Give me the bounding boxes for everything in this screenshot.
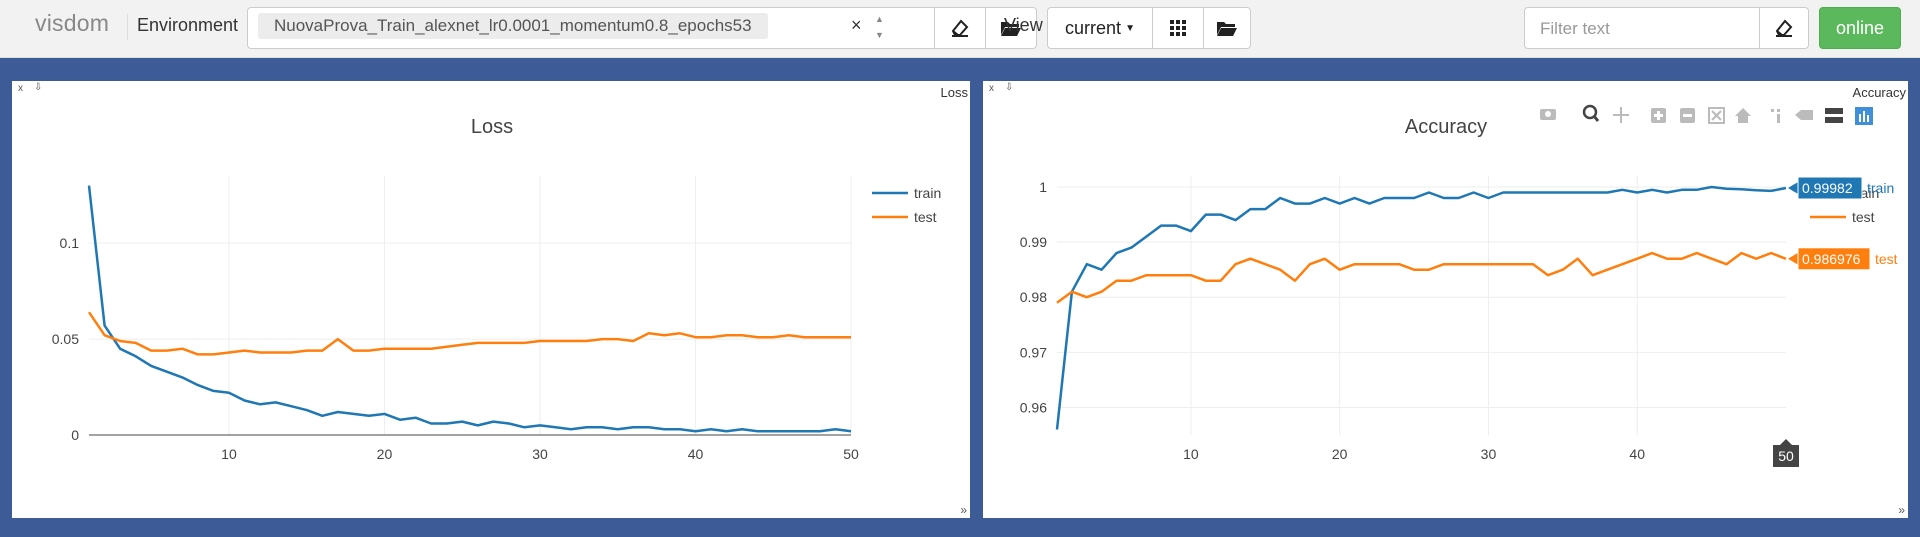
resize-handle-icon[interactable]: » (1898, 503, 1905, 517)
hover-compare-icon[interactable] (1825, 108, 1843, 123)
chart-title: Accuracy (1405, 116, 1487, 138)
environment-scroll-arrows[interactable]: ▲ ▼ (875, 11, 884, 43)
environment-select[interactable]: NuovaProva_Train_alexnet_lr0.0001_moment… (247, 7, 935, 49)
home-icon[interactable] (1735, 108, 1751, 123)
hover-x-value: 50 (1778, 448, 1794, 464)
x-tick-label: 50 (843, 446, 859, 462)
spike-lines-icon[interactable] (1771, 109, 1780, 123)
clear-environment-icon[interactable]: × (851, 15, 862, 36)
pan-icon[interactable] (1613, 107, 1629, 123)
y-tick-label: 0.1 (60, 235, 80, 251)
camera-icon[interactable] (1540, 109, 1556, 120)
legend-label-train: train (914, 185, 941, 201)
x-tick-label: 40 (1629, 446, 1645, 462)
clear-environment-button[interactable] (934, 7, 986, 49)
y-tick-label: 1 (1039, 179, 1047, 195)
series-line-test (1056, 251, 1787, 304)
plotly-logo-icon[interactable] (1855, 107, 1873, 125)
x-tick-label: 10 (221, 446, 237, 462)
series-line-test (87, 311, 851, 356)
y-tick-label: 0.05 (52, 331, 79, 347)
legend-label-test: test (914, 209, 937, 225)
eraser-icon (951, 19, 969, 37)
y-tick-label: 0.97 (1020, 344, 1047, 360)
view-value: current (1065, 17, 1122, 38)
hover-series-name-train: train (1867, 180, 1894, 196)
chart-title: Loss (471, 116, 513, 138)
series-line-train (1055, 185, 1787, 430)
series-line-train (87, 185, 852, 433)
top-toolbar: visdom Environment NuovaProva_Train_alex… (0, 0, 1920, 58)
plot-workspace: x ⇩ Loss Loss 10 20 30 40 50 0 0.05 0.1 train tes… (0, 58, 1920, 537)
plotly-modebar (1540, 104, 1873, 125)
hover-value-test: 0.986976 (1802, 251, 1861, 267)
caret-down-icon: ▼ (1125, 22, 1135, 34)
x-tick-label: 30 (1481, 446, 1497, 462)
hover-pointer (1788, 182, 1798, 195)
x-tick-label: 40 (688, 446, 704, 462)
zoom-icon[interactable] (1582, 104, 1600, 122)
hover-series-name-test: test (1875, 251, 1898, 267)
clear-filter-button[interactable] (1759, 7, 1809, 49)
legend-label-test: test (1852, 209, 1875, 225)
resize-handle-icon[interactable]: » (960, 503, 967, 517)
x-tick-label: 30 (532, 446, 548, 462)
loss-pane[interactable]: x ⇩ Loss Loss 10 20 30 40 50 0 0.05 0.1 train tes… (12, 81, 970, 518)
connection-status-button[interactable]: online (1819, 7, 1901, 49)
zoom-out-icon[interactable] (1680, 108, 1695, 123)
filter-input[interactable]: Filter text (1524, 7, 1760, 49)
y-tick-label: 0 (71, 427, 79, 443)
x-tick-label: 20 (377, 446, 393, 462)
x-tick-label: 10 (1183, 446, 1199, 462)
environment-label: Environment (137, 15, 239, 35)
hover-pointer (1788, 252, 1798, 265)
toolbar-divider (127, 14, 128, 40)
hover-value-train: 0.99982 (1802, 180, 1853, 196)
eraser-icon (1775, 19, 1793, 37)
autoscale-icon[interactable] (1708, 107, 1725, 124)
y-tick-label: 0.98 (1020, 289, 1047, 305)
view-label: View (1004, 15, 1043, 35)
zoom-in-icon[interactable] (1651, 108, 1666, 123)
environment-chip[interactable]: NuovaProva_Train_alexnet_lr0.0001_moment… (258, 13, 768, 39)
folder-open-icon (1217, 22, 1237, 36)
x-tick-label: 20 (1332, 446, 1348, 462)
y-tick-label: 0.99 (1020, 234, 1047, 250)
loss-chart[interactable]: Loss 10 20 30 40 50 0 0.05 0.1 train test (12, 81, 970, 518)
accuracy-pane[interactable]: x ⇩ Accuracy Accuracy 10 20 30 40 0.96 0.97 0.… (983, 81, 1908, 518)
hover-closest-icon[interactable] (1795, 110, 1813, 120)
repack-layout-button[interactable] (1152, 7, 1204, 49)
accuracy-chart[interactable]: Accuracy 10 20 30 40 0.96 0.97 0.98 0.99 1 train t… (983, 81, 1908, 518)
view-dropdown[interactable]: current ▼ (1047, 7, 1153, 49)
grid-icon (1170, 20, 1186, 36)
y-tick-label: 0.96 (1020, 399, 1047, 415)
hover-x-pointer (1780, 439, 1792, 445)
open-view-button[interactable] (1203, 7, 1251, 49)
brand-logo: visdom (35, 10, 110, 36)
